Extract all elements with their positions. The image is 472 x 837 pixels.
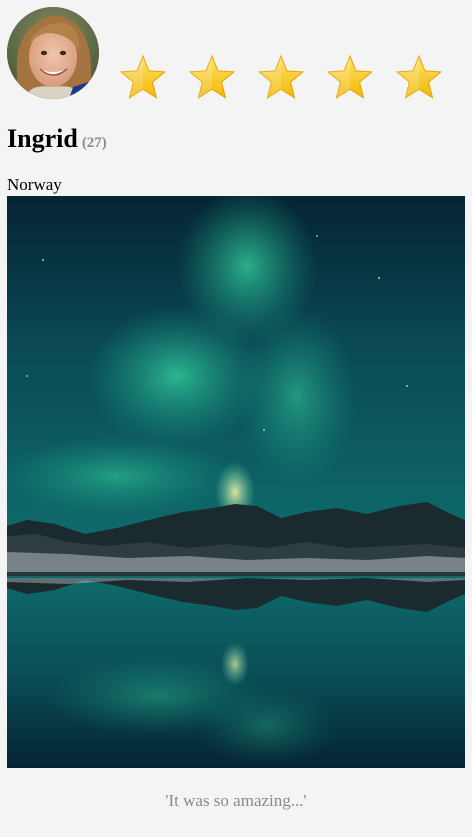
profile-name: Ingrid (7, 124, 78, 153)
star-icon[interactable] (396, 54, 442, 100)
star-icon[interactable] (258, 54, 304, 100)
star-icon[interactable] (327, 54, 373, 100)
aurora-photo (7, 196, 465, 768)
star-icon[interactable] (120, 54, 166, 100)
profile-card: Ingrid (27) Norway 'It was so amazing...… (0, 0, 472, 837)
star-icon[interactable] (189, 54, 235, 100)
profile-age: (27) (81, 135, 107, 151)
avatar-image (7, 7, 99, 99)
rating-stars (120, 54, 450, 100)
profile-country: Norway (7, 175, 62, 194)
name-heading: Ingrid (27) (7, 124, 107, 160)
post-quote: 'It was so amazing...' (165, 791, 307, 810)
avatar[interactable] (7, 7, 99, 99)
post-photo[interactable] (7, 196, 465, 768)
